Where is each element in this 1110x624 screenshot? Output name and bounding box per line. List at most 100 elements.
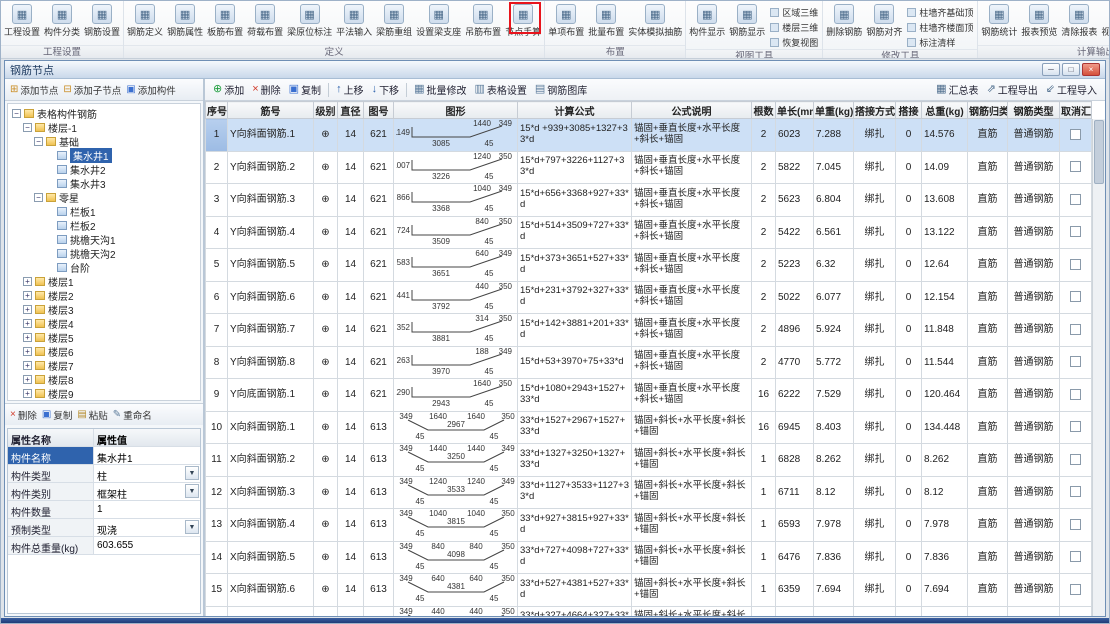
column-header[interactable]: 公式说明 — [632, 102, 752, 119]
tree-item[interactable]: −基础 — [8, 134, 200, 148]
cancel-summary-checkbox[interactable] — [1070, 129, 1081, 140]
cancel-summary-checkbox[interactable] — [1070, 551, 1081, 562]
column-header[interactable]: 图形 — [394, 102, 518, 119]
column-header[interactable]: 直径 — [338, 102, 364, 119]
table-toolbar-button[interactable]: ↑上移 — [332, 81, 368, 98]
scrollbar-thumb[interactable] — [1094, 120, 1104, 184]
cancel-summary-checkbox[interactable] — [1070, 454, 1081, 465]
expand-icon[interactable]: + — [23, 361, 32, 370]
table-toolbar-button[interactable]: ⊕添加 — [209, 81, 248, 98]
ribbon-item[interactable]: ▦构件显示 — [687, 3, 727, 39]
dropdown-arrow-icon[interactable]: ▼ — [185, 466, 199, 480]
ribbon-mini-item[interactable]: 柱墙齐楼面顶 — [907, 21, 973, 34]
table-toolbar-button[interactable]: ↓下移 — [368, 81, 404, 98]
column-header[interactable]: 钢筋类型 — [1008, 102, 1060, 119]
table-row[interactable]: 10X向斜面钢筋.1⊕14613349164029671640350454533… — [206, 411, 1092, 444]
tree-item[interactable]: +楼层8 — [8, 372, 200, 386]
cancel-summary-checkbox[interactable] — [1070, 519, 1081, 530]
table-row[interactable]: 15X向斜面钢筋.6⊕146133496404381640350454533*d… — [206, 574, 1092, 607]
tree-toolbar-button[interactable]: ▣添加构件 — [124, 82, 177, 98]
ribbon-item[interactable]: ▦钢筋统计 — [979, 3, 1019, 39]
table-row[interactable]: 13X向斜面钢筋.4⊕14613349104038151040350454533… — [206, 509, 1092, 542]
tree-item[interactable]: 挑檐天沟2 — [8, 246, 200, 260]
table-row[interactable]: 12X向斜面钢筋.3⊕14613349124035331240349454533… — [206, 476, 1092, 509]
ribbon-item[interactable]: ▦钢筋定义 — [125, 3, 165, 39]
ribbon-item[interactable]: ▦构件分类 — [42, 3, 82, 39]
dropdown-arrow-icon[interactable]: ▼ — [185, 484, 199, 498]
tree-action-button[interactable]: ✎重命名 — [111, 407, 154, 423]
expand-icon[interactable]: + — [23, 347, 32, 356]
property-value[interactable]: 柱▼ — [94, 465, 200, 482]
ribbon-item[interactable]: ▦删除钢筋 — [824, 3, 864, 39]
column-header[interactable]: 单长(mm) — [776, 102, 814, 119]
column-header[interactable]: 级别 — [314, 102, 338, 119]
cancel-summary-checkbox[interactable] — [1070, 421, 1081, 432]
expand-icon[interactable]: + — [23, 305, 32, 314]
table-toolbar-button[interactable]: ⇙工程导入 — [1042, 81, 1101, 98]
cancel-summary-checkbox[interactable] — [1070, 389, 1081, 400]
ribbon-item[interactable]: ▦设置梁支座 — [414, 3, 463, 39]
ribbon-mini-item[interactable]: 楼层三维 — [770, 21, 818, 34]
table-row[interactable]: 6Y向斜面钢筋.6⊕1462144137924403504515*d+231+3… — [206, 281, 1092, 314]
tree-item[interactable]: 集水井1 — [8, 148, 200, 162]
tree-item[interactable]: +楼层3 — [8, 302, 200, 316]
tree-item[interactable]: +楼层9 — [8, 386, 200, 400]
collapse-icon[interactable]: − — [23, 123, 32, 132]
vertical-scrollbar[interactable] — [1092, 119, 1105, 616]
tree-item[interactable]: +楼层4 — [8, 316, 200, 330]
tree-item[interactable]: 集水井3 — [8, 176, 200, 190]
ribbon-mini-item[interactable]: 区域三维 — [770, 6, 818, 19]
column-header[interactable]: 取消汇总 — [1060, 102, 1092, 119]
close-button[interactable]: × — [1082, 63, 1100, 76]
table-toolbar-button[interactable]: ▦批量修改 — [410, 81, 470, 98]
table-row[interactable]: 11X向斜面钢筋.2⊕14613349144032501440349454533… — [206, 444, 1092, 477]
minimize-button[interactable]: ─ — [1042, 63, 1060, 76]
tree-toolbar-button[interactable]: ⊞添加节点 — [8, 82, 60, 98]
table-row[interactable]: 3Y向斜面钢筋.3⊕14621866336810403494515*d+656+… — [206, 184, 1092, 217]
ribbon-item[interactable]: ▦平法输入 — [334, 3, 374, 39]
cancel-summary-checkbox[interactable] — [1070, 356, 1081, 367]
tree-item[interactable]: 栏板2 — [8, 218, 200, 232]
collapse-icon[interactable]: − — [12, 109, 21, 118]
expand-icon[interactable]: + — [23, 333, 32, 342]
property-value[interactable]: 1 — [94, 501, 200, 518]
cancel-summary-checkbox[interactable] — [1070, 291, 1081, 302]
tree-item[interactable]: −表格构件钢筋 — [8, 106, 200, 120]
expand-icon[interactable]: + — [23, 277, 32, 286]
table-row[interactable]: 5Y向斜面钢筋.5⊕1462158336516403494515*d+373+3… — [206, 249, 1092, 282]
expand-icon[interactable]: + — [23, 389, 32, 398]
table-row[interactable]: 14X向斜面钢筋.5⊕146133498404098840350454533*d… — [206, 541, 1092, 574]
collapse-icon[interactable]: − — [34, 193, 43, 202]
property-value[interactable]: 现浇▼ — [94, 519, 200, 536]
tree-item[interactable]: 挑檐天沟1 — [8, 232, 200, 246]
column-header[interactable]: 钢筋归类 — [968, 102, 1008, 119]
tree-item[interactable]: 集水井2 — [8, 162, 200, 176]
cancel-summary-checkbox[interactable] — [1070, 226, 1081, 237]
ribbon-item[interactable]: ▦批量布置 — [586, 3, 626, 39]
ribbon-item[interactable]: ▦视频教程 — [1099, 3, 1109, 39]
ribbon-item[interactable]: ▦梁筋重组 — [374, 3, 414, 39]
cancel-summary-checkbox[interactable] — [1070, 259, 1081, 270]
tree-item[interactable]: +楼层5 — [8, 330, 200, 344]
expand-icon[interactable]: + — [23, 319, 32, 328]
ribbon-item[interactable]: ▦实体模拟抽筋 — [626, 3, 684, 39]
ribbon-item[interactable]: ▦荷载布置 — [245, 3, 285, 39]
table-toolbar-button[interactable]: ×删除 — [248, 81, 284, 98]
cancel-summary-checkbox[interactable] — [1070, 324, 1081, 335]
property-value[interactable]: 603.655 — [94, 537, 200, 554]
ribbon-item[interactable]: ▦梁原位标注 — [285, 3, 334, 39]
table-toolbar-button[interactable]: ▣复制 — [285, 81, 325, 98]
tree-item[interactable]: −楼层-1 — [8, 120, 200, 134]
ribbon-item[interactable]: ▦钢筋设置 — [82, 3, 122, 39]
column-header[interactable]: 总重(kg) — [922, 102, 968, 119]
ribbon-item[interactable]: ▦报表预览 — [1019, 3, 1059, 39]
tree-toolbar-button[interactable]: ⊟添加子节点 — [61, 82, 123, 98]
tree-item[interactable]: 栏板1 — [8, 204, 200, 218]
tree-item[interactable]: +楼层1 — [8, 274, 200, 288]
column-header[interactable]: 搭接方式 — [854, 102, 896, 119]
ribbon-item[interactable]: ▦钢筋对齐 — [864, 3, 904, 39]
table-toolbar-button[interactable]: ▤钢筋图库 — [531, 81, 591, 98]
table-row[interactable]: 2Y向斜面钢筋.2⊕146211007322612403504515*d+797… — [206, 151, 1092, 184]
table-toolbar-button[interactable]: ▦汇总表 — [932, 81, 982, 98]
ribbon-mini-item[interactable]: 标注清样 — [907, 36, 973, 49]
